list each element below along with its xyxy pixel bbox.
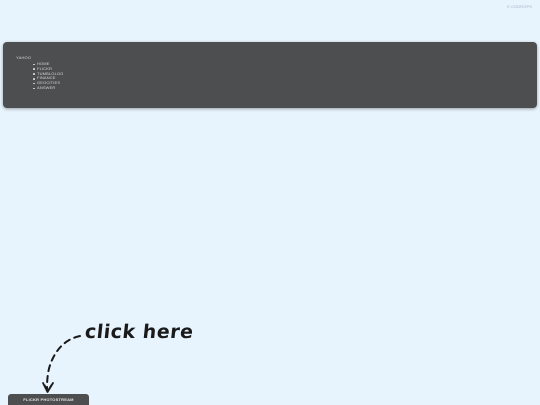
flickr-photostream-button[interactable]: FLICKR PHOTOSTREAM — [8, 394, 89, 405]
nav-list: HOME FLICKR TUMBLOLOG FINANCE GEOCITIES … — [33, 61, 63, 91]
nav-link-answer[interactable]: ANSWER — [37, 85, 55, 90]
yahoo-dropdown-panel: YAHOO HOME FLICKR TUMBLOLOG FINANCE GEOC… — [3, 42, 537, 108]
nav-item-answer[interactable]: ANSWER — [33, 85, 63, 91]
codrops-link[interactable]: © CODROPS — [507, 4, 532, 9]
click-here-annotation: click here — [83, 321, 195, 343]
panel-title: YAHOO — [16, 55, 32, 60]
